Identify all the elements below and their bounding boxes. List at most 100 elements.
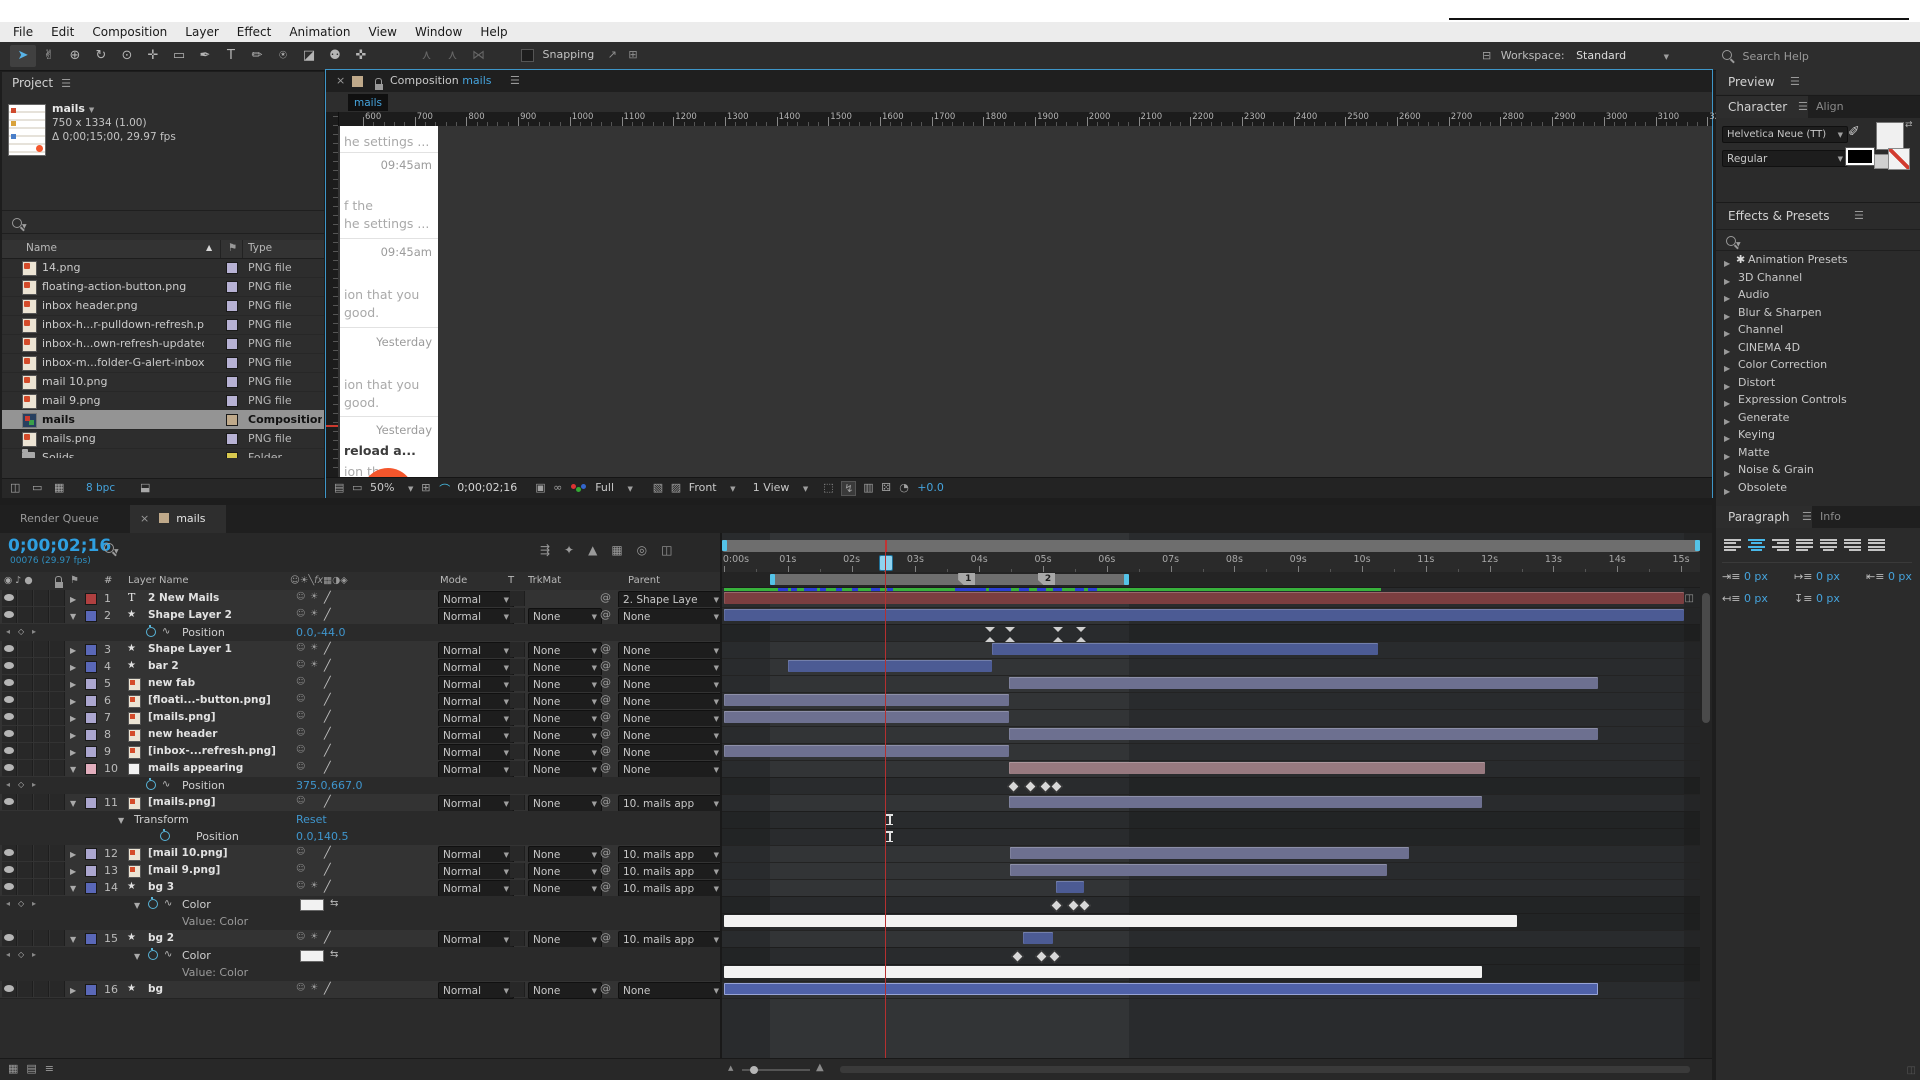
layer-name[interactable]: bg xyxy=(148,983,288,995)
parent-pickwhip-icon[interactable]: @ xyxy=(600,659,611,672)
av-cell[interactable] xyxy=(50,879,65,895)
shy-icon[interactable]: ☺ xyxy=(296,881,305,891)
parent-select[interactable]: None▼ xyxy=(618,982,724,999)
av-cell[interactable] xyxy=(34,590,49,606)
layer-bar[interactable] xyxy=(724,745,1009,757)
project-item-row[interactable]: inbox header.pngPNG file xyxy=(2,296,324,316)
t-toggle[interactable] xyxy=(510,676,525,691)
av-cell[interactable] xyxy=(34,930,49,946)
parent-pickwhip-icon[interactable]: @ xyxy=(600,727,611,740)
layer-bar[interactable] xyxy=(724,592,1684,604)
no-fill-swatch[interactable] xyxy=(1888,148,1910,170)
av-cell[interactable] xyxy=(18,760,33,776)
layer-name[interactable]: new header xyxy=(148,728,288,740)
av-cell[interactable] xyxy=(18,607,33,623)
layer-duration-row[interactable] xyxy=(722,760,1700,778)
layer-bar[interactable] xyxy=(1010,864,1387,876)
parent-pickwhip-icon[interactable]: @ xyxy=(600,642,611,655)
av-cell[interactable] xyxy=(18,658,33,674)
av-cell[interactable] xyxy=(18,641,33,657)
video-toggle[interactable] xyxy=(2,607,17,623)
stroke-color-swatch[interactable] xyxy=(1846,148,1874,165)
zoom-in-mountain-icon[interactable]: ▲ xyxy=(816,1062,824,1073)
label-color-swatch[interactable] xyxy=(226,262,238,274)
av-cell[interactable] xyxy=(18,692,33,708)
t-toggle[interactable] xyxy=(510,659,525,674)
eraser-tool[interactable]: ◪ xyxy=(296,45,322,67)
eyedropper-icon[interactable]: ✐ xyxy=(1848,124,1860,140)
eye-icon[interactable] xyxy=(4,645,14,652)
effects-category-row[interactable]: ▶CINEMA 4D xyxy=(1716,339,1920,356)
property-row[interactable]: Value: Color xyxy=(0,913,722,931)
timeline-zoom-slider[interactable] xyxy=(742,1069,810,1071)
eye-icon[interactable] xyxy=(4,662,14,669)
indent-end-value[interactable]: 0 px xyxy=(1744,592,1768,605)
label-color-swatch[interactable] xyxy=(226,357,238,369)
layer-expander-icon[interactable]: ▶ xyxy=(70,731,76,740)
av-cell[interactable] xyxy=(18,794,33,810)
quality-icon[interactable]: ╱ xyxy=(324,676,331,689)
align-button-al-jl[interactable] xyxy=(1796,539,1813,552)
av-cell[interactable] xyxy=(34,675,49,691)
always-preview-icon[interactable]: ▤ xyxy=(334,481,344,494)
workspace-value[interactable]: Standard xyxy=(1576,49,1626,62)
prev-keyframe-icon[interactable]: ◂ xyxy=(6,780,10,789)
t-toggle[interactable] xyxy=(510,693,525,708)
quality-icon[interactable]: ╱ xyxy=(324,693,331,706)
item-name[interactable]: inbox-m...folder-G-alert-inbox.png xyxy=(42,353,204,372)
layer-row[interactable]: ▶6[floati...-button.png]☺╱Normal▼None▼@N… xyxy=(0,692,722,710)
layer-expander-icon[interactable]: ▶ xyxy=(70,646,76,655)
new-composition-icon[interactable]: ▦ xyxy=(54,481,64,494)
layer-bar[interactable] xyxy=(992,643,1378,655)
layer-duration-row[interactable] xyxy=(722,726,1700,744)
collapse-transforms-icon[interactable]: ☀ xyxy=(310,983,318,993)
mode-select[interactable]: Normal▼ xyxy=(438,931,514,948)
av-cell[interactable] xyxy=(34,709,49,725)
trkmat-select[interactable]: None▼ xyxy=(528,846,602,863)
panel-menu-icon[interactable]: ☰ xyxy=(61,77,71,90)
layer-expander-icon[interactable]: ▶ xyxy=(70,850,76,859)
av-cell[interactable] xyxy=(34,862,49,878)
current-time-indicator[interactable] xyxy=(879,555,893,571)
keyframe-diamond[interactable] xyxy=(1007,780,1020,793)
av-cell[interactable] xyxy=(18,590,33,606)
layer-color-swatch[interactable] xyxy=(85,593,97,605)
resize-grip[interactable]: ◫ xyxy=(1907,1065,1916,1076)
timeline-columns-header[interactable]: ◉ ♪ ● ⚑ # Layer Name ☺☀╲fx▦◑◈ Mode T Trk… xyxy=(0,572,722,591)
stopwatch-icon[interactable] xyxy=(146,627,156,640)
column-mode[interactable]: Mode xyxy=(440,575,467,586)
mode-select[interactable]: Normal▼ xyxy=(438,795,514,812)
layer-color-swatch[interactable] xyxy=(85,644,97,656)
layer-bar[interactable] xyxy=(1010,847,1409,859)
shape-tool[interactable]: ▭ xyxy=(166,45,192,67)
trkmat-select[interactable]: None▼ xyxy=(528,863,602,880)
mode-select[interactable]: Normal▼ xyxy=(438,608,514,625)
property-label[interactable]: Color xyxy=(182,949,211,962)
parent-select[interactable]: None▼ xyxy=(618,659,724,676)
mode-select[interactable]: Normal▼ xyxy=(438,710,514,727)
menu-animation[interactable]: Animation xyxy=(280,22,359,42)
av-cell[interactable] xyxy=(18,726,33,742)
av-cell[interactable] xyxy=(34,607,49,623)
label-color-swatch[interactable] xyxy=(226,376,238,388)
t-toggle[interactable] xyxy=(510,642,525,657)
time-ruler[interactable]: 0:00s01s02s03s04s05s06s07s08s09s10s11s12… xyxy=(722,552,1700,573)
group-expander-icon[interactable]: ▼ xyxy=(118,816,124,825)
view-3d-select[interactable]: Front ▼ xyxy=(689,481,736,494)
layer-row[interactable]: ▶3★Shape Layer 1☺☀╱Normal▼None▼@None▼ xyxy=(0,641,722,659)
add-keyframe-icon[interactable]: ◇ xyxy=(18,899,24,908)
parent-select[interactable]: 10. mails app▼ xyxy=(618,846,724,863)
layer-bar[interactable] xyxy=(788,660,992,672)
trkmat-select[interactable]: None▼ xyxy=(528,761,602,778)
roto-brush-tool[interactable]: ⚉ xyxy=(322,45,348,67)
effects-category-row[interactable]: ▶✱Animation Presets xyxy=(1716,251,1920,268)
quality-icon[interactable]: ╱ xyxy=(324,727,331,740)
axis-mode-icon-0[interactable]: ⋏ xyxy=(414,45,440,67)
av-cell[interactable] xyxy=(18,981,33,997)
puppet-pin-tool[interactable]: ✜ xyxy=(348,45,374,67)
layer-duration-row[interactable] xyxy=(722,743,1700,761)
eye-icon[interactable] xyxy=(4,747,14,754)
parent-select[interactable]: None▼ xyxy=(618,693,724,710)
eye-icon[interactable] xyxy=(4,985,14,992)
layer-color-swatch[interactable] xyxy=(85,661,97,673)
